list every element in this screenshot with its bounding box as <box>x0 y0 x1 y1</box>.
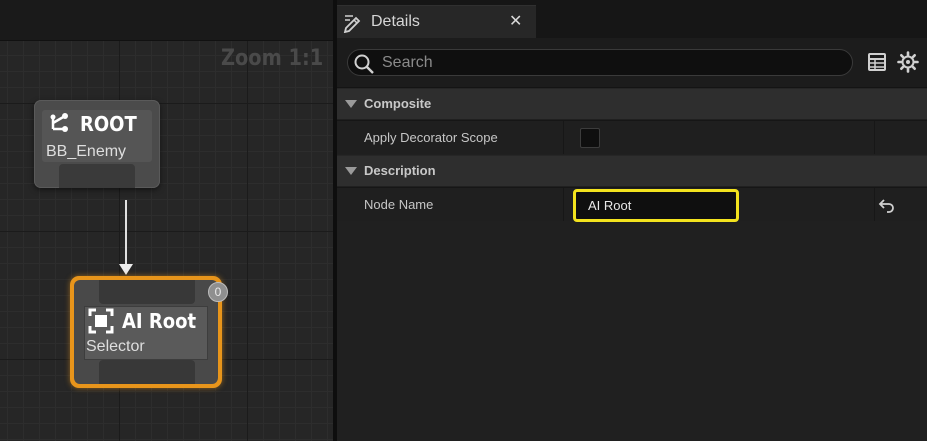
root-node-header: ROOT <box>48 112 143 136</box>
tab-details-label: Details <box>371 13 420 30</box>
category-description-label: Description <box>364 163 436 178</box>
search-box <box>347 49 853 76</box>
property-row-node-name: Node Name <box>337 187 927 222</box>
root-node-title: ROOT <box>80 112 137 136</box>
column-splitter[interactable] <box>563 121 564 154</box>
category-composite[interactable]: Composite <box>337 88 927 119</box>
column-divider <box>874 188 875 221</box>
ai-root-node-header: AI Root <box>88 308 204 334</box>
connection-wire <box>125 200 127 266</box>
root-node-subtitle: BB_Enemy <box>46 143 127 160</box>
graph-toolbar <box>0 0 333 41</box>
ai-root-node-title: AI Root <box>122 309 197 333</box>
apply-decorator-scope-checkbox[interactable] <box>580 128 600 148</box>
category-description[interactable]: Description <box>337 155 927 186</box>
property-label: Apply Decorator Scope <box>364 130 498 145</box>
details-panel: Details ✕ Search Composite Apply Decorat… <box>337 0 927 441</box>
node-name-field[interactable] <box>573 189 739 222</box>
table-icon[interactable] <box>868 53 886 75</box>
reset-arrow-icon[interactable] <box>878 197 896 217</box>
ai-root-output-pin[interactable] <box>99 360 195 384</box>
property-row-apply-decorator-scope: Apply Decorator Scope <box>337 120 927 154</box>
category-composite-label: Composite <box>364 96 432 111</box>
column-divider <box>874 121 875 154</box>
ai-root-node-subtitle: Selector <box>86 338 145 355</box>
tab-strip: Details ✕ <box>337 0 927 38</box>
chevron-down-icon <box>345 167 357 175</box>
tab-details[interactable]: Details ✕ <box>337 5 536 38</box>
root-tree-icon <box>48 112 72 136</box>
selector-icon <box>88 308 114 334</box>
details-toolbar <box>337 38 927 88</box>
behavior-tree-graph[interactable]: Zoom 1:1 ROOT BB_Enemy AI Root Selector … <box>0 0 333 441</box>
gear-icon[interactable] <box>897 51 919 77</box>
close-icon[interactable]: ✕ <box>509 11 522 30</box>
search-input[interactable] <box>382 52 842 73</box>
search-icon <box>353 53 375 79</box>
property-label: Node Name <box>364 197 434 212</box>
chevron-down-icon <box>345 100 357 108</box>
root-node[interactable]: ROOT BB_Enemy <box>34 100 160 188</box>
connection-arrowhead <box>119 264 133 275</box>
ai-root-input-pin[interactable] <box>99 280 195 304</box>
pencil-icon <box>343 13 363 37</box>
execution-order-badge: 0 <box>208 282 228 302</box>
column-splitter[interactable] <box>563 188 564 221</box>
root-output-pin[interactable] <box>59 164 135 188</box>
zoom-label: Zoom 1:1 <box>220 46 323 71</box>
ai-root-node[interactable]: AI Root Selector <box>70 276 222 388</box>
